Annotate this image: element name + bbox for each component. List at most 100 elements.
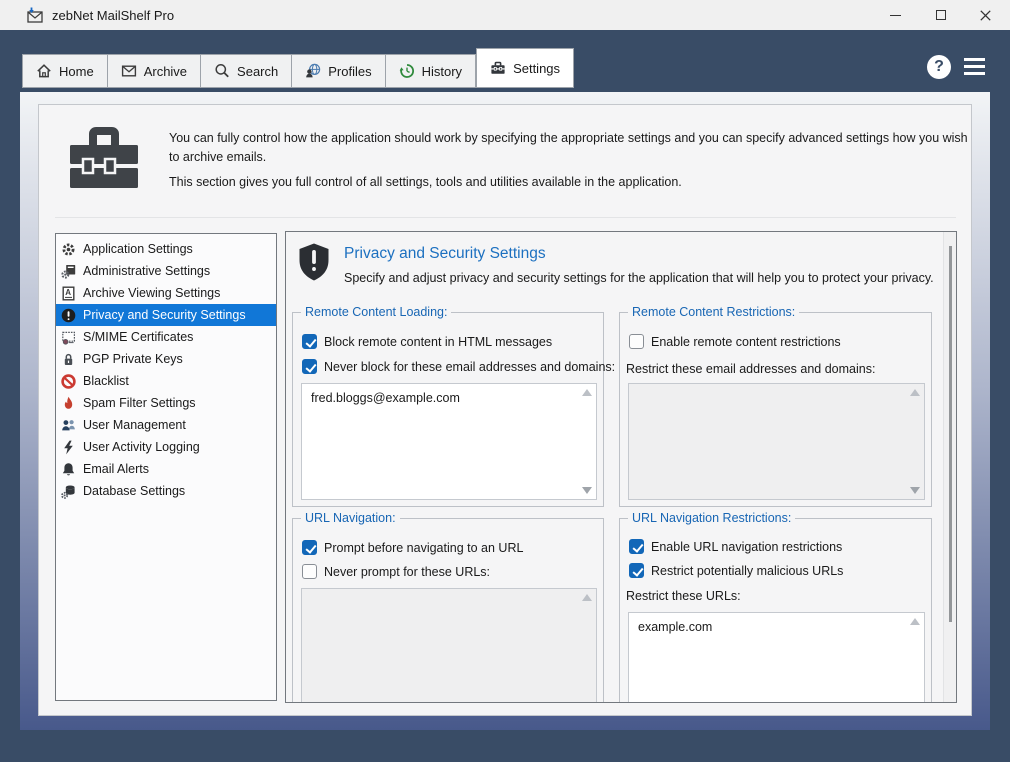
minimize-button[interactable] xyxy=(873,0,918,30)
sidebar-item-label: Database Settings xyxy=(83,484,186,498)
sidebar-item-label: Blacklist xyxy=(83,374,129,388)
sidebar-item-application-settings[interactable]: Application Settings xyxy=(56,238,276,260)
checkbox-label: Enable remote content restrictions xyxy=(651,335,841,349)
tab-bar: Home Archive Search Profiles History Set… xyxy=(22,48,575,88)
archive-document-icon: A xyxy=(62,286,75,301)
checkbox-never-prompt-urls[interactable] xyxy=(302,564,317,579)
scroll-down-icon[interactable] xyxy=(582,487,592,494)
privacy-security-panel: Privacy and Security Settings Specify an… xyxy=(285,231,957,703)
scroll-down-icon[interactable] xyxy=(910,487,920,494)
checkbox-label: Restrict potentially malicious URLs xyxy=(651,564,844,578)
restrict-urls-textarea[interactable]: example.com xyxy=(628,612,925,702)
users-icon xyxy=(62,419,75,430)
help-button[interactable]: ? xyxy=(927,55,951,79)
tab-profiles[interactable]: Profiles xyxy=(292,54,386,88)
lightning-icon xyxy=(64,440,73,454)
group-remote-content-loading: Remote Content Loading: Block remote con… xyxy=(292,305,615,507)
header-separator xyxy=(55,217,956,218)
sidebar-item-user-management[interactable]: User Management xyxy=(56,414,276,436)
checkbox-enable-url-restrictions[interactable] xyxy=(629,539,644,554)
search-icon xyxy=(215,64,229,78)
group-title: URL Navigation: xyxy=(301,511,400,526)
home-icon xyxy=(37,64,51,78)
menu-button[interactable] xyxy=(964,58,985,75)
tab-label: Search xyxy=(237,63,279,79)
sidebar-item-label: Application Settings xyxy=(83,242,193,256)
shield-alert-icon xyxy=(298,242,330,287)
tab-history[interactable]: History xyxy=(385,54,477,88)
checkbox-label: Enable URL navigation restrictions xyxy=(651,540,843,554)
toolbox-big-icon xyxy=(67,123,141,196)
alert-circle-icon xyxy=(61,308,76,322)
restrict-addresses-textarea[interactable] xyxy=(628,383,925,500)
page-background: You can fully control how the applicatio… xyxy=(20,92,990,730)
sidebar-item-label: Spam Filter Settings xyxy=(83,396,196,410)
block-icon xyxy=(61,373,76,389)
textarea-value: fred.bloggs@example.com xyxy=(311,391,460,405)
gear-icon xyxy=(62,243,75,255)
checkbox-label: Never prompt for these URLs: xyxy=(324,565,491,579)
close-button[interactable] xyxy=(963,0,1008,30)
sidebar-item-spam-filter-settings[interactable]: Spam Filter Settings xyxy=(56,392,276,414)
tab-home[interactable]: Home xyxy=(22,54,108,88)
group-url-navigation-restrictions: URL Navigation Restrictions: Enable URL … xyxy=(619,511,932,702)
database-gear-icon xyxy=(61,485,75,499)
sidebar-item-administrative-settings[interactable]: Administrative Settings xyxy=(56,260,276,282)
sidebar-item-smime-certificates[interactable]: S/MIME Certificates xyxy=(56,326,276,348)
svg-text:A: A xyxy=(65,288,71,297)
scroll-up-icon[interactable] xyxy=(582,594,592,601)
checkbox-block-remote-content[interactable] xyxy=(302,334,317,349)
sidebar-item-label: PGP Private Keys xyxy=(83,352,183,366)
maximize-button[interactable] xyxy=(918,0,963,30)
sidebar-item-database-settings[interactable]: Database Settings xyxy=(56,480,276,502)
scrollbar-thumb[interactable] xyxy=(949,246,952,622)
intro-paragraph-1: You can fully control how the applicatio… xyxy=(169,131,968,164)
intro-paragraph-2: This section gives you full control of a… xyxy=(169,175,682,189)
scroll-up-icon[interactable] xyxy=(582,389,592,396)
sidebar-item-pgp-private-keys[interactable]: PGP Private Keys xyxy=(56,348,276,370)
checkbox-prompt-before-navigating[interactable] xyxy=(302,540,317,555)
sidebar-item-privacy-and-security-settings[interactable]: Privacy and Security Settings xyxy=(56,304,276,326)
tab-archive[interactable]: Archive xyxy=(107,54,202,88)
tab-label: Archive xyxy=(143,63,188,79)
maximize-icon xyxy=(935,10,946,20)
scroll-up-icon[interactable] xyxy=(910,618,920,625)
padlock-icon xyxy=(64,353,73,365)
panel-subtitle: Specify and adjust privacy and security … xyxy=(344,271,934,285)
never-block-list-textarea[interactable]: fred.bloggs@example.com xyxy=(301,383,597,500)
certificate-icon xyxy=(62,331,76,345)
field-label: Restrict these email addresses and domai… xyxy=(626,362,876,376)
hamburger-icon xyxy=(964,58,985,62)
group-title: Remote Content Restrictions: xyxy=(628,305,800,320)
window-title: zebNet MailShelf Pro xyxy=(52,8,175,23)
tab-label: Profiles xyxy=(328,63,372,79)
panel-title: Privacy and Security Settings xyxy=(344,245,546,262)
question-mark-icon: ? xyxy=(934,58,944,75)
close-icon xyxy=(980,9,991,21)
panel-scrollbar[interactable] xyxy=(943,232,956,702)
sidebar-item-label: User Activity Logging xyxy=(83,440,200,454)
sidebar-item-email-alerts[interactable]: Email Alerts xyxy=(56,458,276,480)
profiles-globe-icon xyxy=(306,63,321,78)
group-title: URL Navigation Restrictions: xyxy=(628,511,796,526)
textarea-value: example.com xyxy=(638,620,713,634)
checkbox-enable-remote-content-restrictions[interactable] xyxy=(629,334,644,349)
checkbox-restrict-malicious-urls[interactable] xyxy=(629,563,644,578)
sidebar-item-user-activity-logging[interactable]: User Activity Logging xyxy=(56,436,276,458)
checkbox-never-block-addresses[interactable] xyxy=(302,359,317,374)
sidebar-item-label: Administrative Settings xyxy=(83,264,211,278)
never-prompt-list-textarea[interactable] xyxy=(301,588,597,702)
checkbox-label: Block remote content in HTML messages xyxy=(324,335,553,349)
tab-search[interactable]: Search xyxy=(201,54,293,88)
envelope-icon xyxy=(121,65,136,77)
group-remote-content-restrictions: Remote Content Restrictions: Enable remo… xyxy=(619,305,932,507)
tab-settings[interactable]: Settings xyxy=(476,48,575,88)
bell-icon xyxy=(62,462,75,475)
field-label: Restrict these URLs: xyxy=(626,589,741,603)
toolbox-icon xyxy=(491,61,505,74)
sidebar-item-blacklist[interactable]: Blacklist xyxy=(56,370,276,392)
sidebar-item-label: Archive Viewing Settings xyxy=(83,286,221,300)
sidebar-item-archive-viewing-settings[interactable]: A Archive Viewing Settings xyxy=(56,282,276,304)
sidebar-item-label: S/MIME Certificates xyxy=(83,330,194,344)
scroll-up-icon[interactable] xyxy=(910,389,920,396)
